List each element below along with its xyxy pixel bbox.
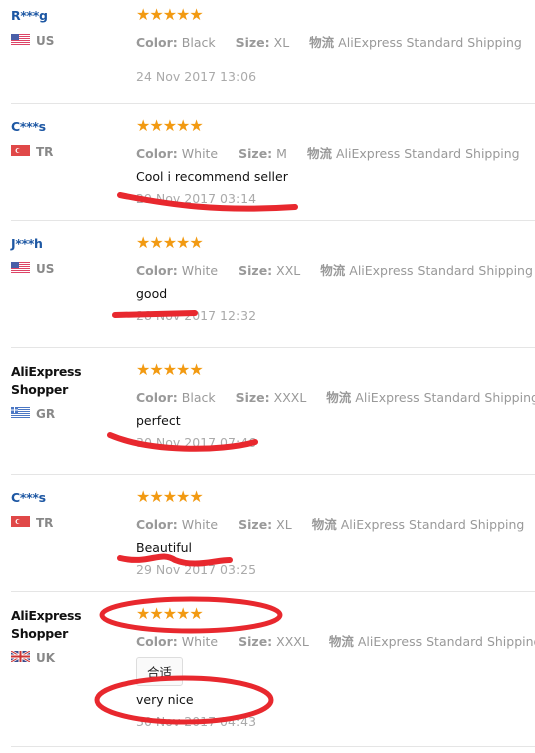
- review-date: 28 Nov 2017 12:32: [136, 308, 257, 323]
- size-value: XXXL: [273, 390, 307, 405]
- size-label: Size:: [235, 390, 270, 405]
- logistics-label: 物流: [320, 263, 346, 278]
- shipping-value: AliExpress Standard Shipping: [340, 517, 525, 532]
- star-rating: ★★★★★: [136, 604, 204, 623]
- shipping-value: AliExpress Standard Shipping: [357, 634, 535, 649]
- reviewer-name: C***s: [11, 119, 46, 134]
- size-value: M: [276, 146, 287, 161]
- logistics-label: 物流: [306, 146, 332, 161]
- country-code: US: [36, 262, 55, 276]
- review-tag: 合适: [136, 657, 184, 686]
- review-text: Beautiful: [136, 540, 193, 555]
- gr-flag-icon: [11, 407, 30, 421]
- review-text: Cool i recommend seller: [136, 169, 288, 184]
- review-date: 29 Nov 2017 03:25: [136, 562, 257, 577]
- reviewer-country: TR: [11, 516, 53, 530]
- star-rating: ★★★★★: [136, 116, 204, 135]
- shipping-value: AliExpress Standard Shipping: [338, 35, 522, 50]
- reviewer-name: R***g: [11, 8, 48, 23]
- color-value: White: [181, 517, 219, 532]
- logistics-label: 物流: [328, 634, 354, 649]
- size-value: XL: [276, 517, 292, 532]
- country-code: GR: [36, 407, 56, 421]
- star-rating: ★★★★★: [136, 5, 204, 24]
- star-rating: ★★★★★: [136, 233, 204, 252]
- tr-flag-icon: [11, 145, 30, 159]
- logistics-label: 物流: [326, 390, 352, 405]
- reviewer-country: US: [11, 262, 54, 276]
- size-label: Size:: [238, 146, 273, 161]
- logistics-label: 物流: [311, 517, 337, 532]
- row-divider: [11, 746, 535, 747]
- color-label: Color:: [136, 390, 178, 405]
- reviewer-country: UK: [11, 651, 55, 665]
- color-value: White: [181, 263, 219, 278]
- color-value: White: [181, 634, 219, 649]
- reviewer-country: TR: [11, 145, 53, 159]
- star-rating: ★★★★★: [136, 360, 204, 379]
- color-label: Color:: [136, 35, 178, 50]
- row-divider: [11, 103, 535, 104]
- country-code: US: [36, 34, 55, 48]
- uk-flag-icon: [11, 651, 30, 665]
- color-value: White: [181, 146, 219, 161]
- row-divider: [11, 220, 535, 221]
- color-label: Color:: [136, 263, 178, 278]
- order-attributes: Color: White Size: XL 物流 AliExpress Standa…: [136, 514, 535, 533]
- review-date: 24 Nov 2017 13:06: [136, 69, 257, 84]
- reviewer-country: US: [11, 34, 54, 48]
- shipping-value: AliExpress Standard Shipping: [355, 390, 535, 405]
- color-value: Black: [181, 35, 216, 50]
- us-flag-icon: [11, 34, 30, 48]
- shipping-value: AliExpress Standard Shipping: [335, 146, 520, 161]
- order-attributes: Color: White Size: XXXL 物流 AliExpress Stan…: [136, 631, 535, 650]
- tr-flag-icon: [11, 516, 30, 530]
- review-date: 30 Nov 2017 04:43: [136, 714, 257, 729]
- size-label: Size:: [235, 35, 270, 50]
- order-attributes: Color: Black Size: XXXL 物流 AliExpress Stan…: [136, 387, 535, 406]
- order-attributes: Color: White Size: XXL 物流 AliExpress Stand…: [136, 260, 535, 279]
- color-value: Black: [181, 390, 216, 405]
- size-label: Size:: [238, 263, 273, 278]
- reviewer-name: J***h: [11, 236, 43, 251]
- size-label: Size:: [238, 517, 273, 532]
- review-text: very nice: [136, 692, 194, 707]
- review-date: 29 Nov 2017 03:14: [136, 191, 257, 206]
- color-label: Color:: [136, 146, 178, 161]
- color-label: Color:: [136, 634, 178, 649]
- star-rating: ★★★★★: [136, 487, 204, 506]
- order-attributes: Color: Black Size: XL 物流 AliExpress Standa…: [136, 32, 535, 51]
- order-attributes: Color: White Size: M 物流 AliExpress Standar…: [136, 143, 535, 162]
- review-date: 30 Nov 2017 07:46: [136, 435, 257, 450]
- country-code: TR: [36, 516, 54, 530]
- reviewer-country: GR: [11, 407, 55, 421]
- size-value: XL: [273, 35, 290, 50]
- review-text: good: [136, 286, 168, 301]
- logistics-label: 物流: [309, 35, 335, 50]
- color-label: Color:: [136, 517, 178, 532]
- row-divider: [11, 591, 535, 592]
- reviewer-name: AliExpress Shopper: [11, 608, 82, 641]
- reviewer-name: C***s: [11, 490, 46, 505]
- review-text: perfect: [136, 413, 181, 428]
- size-value: XXXL: [276, 634, 309, 649]
- size-value: XXL: [276, 263, 301, 278]
- reviewer-name: AliExpress Shopper: [11, 364, 82, 397]
- row-divider: [11, 347, 535, 348]
- row-divider: [11, 474, 535, 475]
- country-code: UK: [36, 651, 56, 665]
- size-label: Size:: [238, 634, 273, 649]
- country-code: TR: [36, 145, 54, 159]
- shipping-value: AliExpress Standard Shipping: [349, 263, 533, 278]
- us-flag-icon: [11, 262, 30, 276]
